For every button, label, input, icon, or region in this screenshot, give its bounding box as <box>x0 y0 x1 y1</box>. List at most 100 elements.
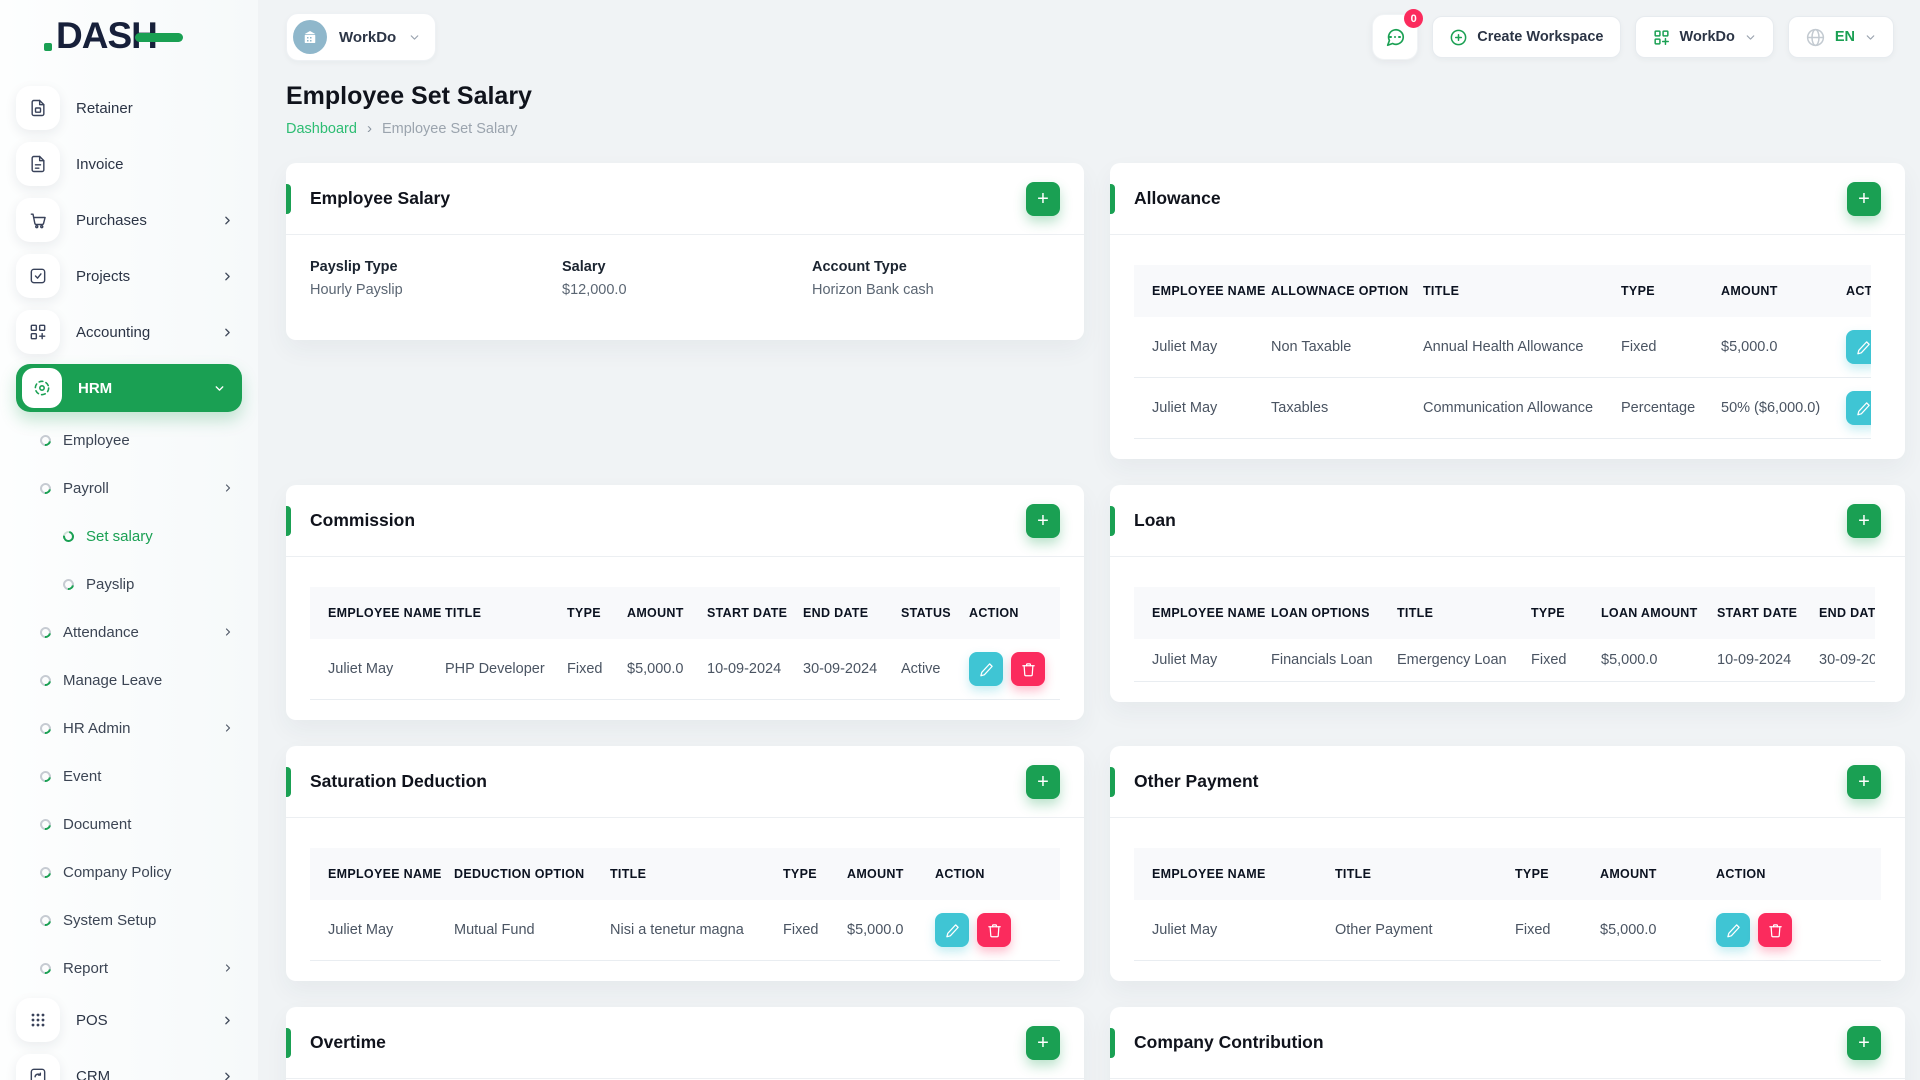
logo-dot-icon <box>44 43 52 51</box>
chevron-down-icon <box>213 382 226 395</box>
sidebar-item-system-setup[interactable]: System Setup <box>0 896 258 944</box>
workspace-menu-button[interactable]: WorkDo <box>1634 16 1774 58</box>
commission-card: Commission + EMPLOYEE NAME TITLE TYPE AM… <box>286 485 1084 720</box>
field-value: $12,000.0 <box>562 282 627 298</box>
topbar-actions: 0 Create Workspace WorkDo EN <box>1372 9 1894 60</box>
sidebar-item-label: System Setup <box>63 911 157 929</box>
sidebar-item-company-policy[interactable]: Company Policy <box>0 848 258 896</box>
sidebar: DASH Retainer Invoice Purchases Projects… <box>0 0 258 1080</box>
edit-button[interactable] <box>1716 913 1750 947</box>
sidebar-item-label: HR Admin <box>63 719 131 737</box>
sidebar-nav: Retainer Invoice Purchases Projects Acco… <box>0 80 258 1080</box>
bullet-icon <box>37 624 54 640</box>
create-workspace-button[interactable]: Create Workspace <box>1432 16 1621 58</box>
invoice-icon <box>16 142 60 186</box>
cell-employee-name: Juliet May <box>310 639 435 700</box>
sidebar-item-document[interactable]: Document <box>0 800 258 848</box>
pos-icon <box>16 998 60 1042</box>
sidebar-item-event[interactable]: Event <box>0 752 258 800</box>
language-selector[interactable]: EN <box>1787 16 1894 58</box>
sidebar-item-accounting[interactable]: Accounting <box>0 304 258 360</box>
edit-button[interactable] <box>1846 330 1871 364</box>
column-header: TYPE <box>783 867 817 881</box>
employee-salary-body: Payslip Type Hourly Payslip Salary $12,0… <box>286 235 1084 340</box>
bullet-icon <box>37 768 54 784</box>
column-header: TYPE <box>1515 867 1549 881</box>
sidebar-item-hrm-active[interactable]: HRM <box>16 364 242 412</box>
edit-button[interactable] <box>935 913 969 947</box>
add-employee-salary-button[interactable]: + <box>1026 181 1060 216</box>
sidebar-item-employee[interactable]: Employee <box>0 416 258 464</box>
column-header: TYPE <box>1621 284 1655 298</box>
sidebar-item-label: Purchases <box>76 211 147 229</box>
column-header: TYPE <box>567 606 601 620</box>
add-company-contribution-button[interactable]: + <box>1847 1025 1881 1060</box>
table-row: Juliet May Non Taxable Annual Health All… <box>1134 317 1871 378</box>
breadcrumb-dashboard-link[interactable]: Dashboard <box>286 121 357 137</box>
sidebar-item-attendance[interactable]: Attendance <box>0 608 258 656</box>
sidebar-item-retainer[interactable]: Retainer <box>0 80 258 136</box>
workspace-switcher[interactable]: WorkDo <box>286 13 437 61</box>
sidebar-item-report[interactable]: Report <box>0 944 258 992</box>
sidebar-item-label: Retainer <box>76 99 133 117</box>
column-header: ACTION <box>1716 867 1766 881</box>
language-label: EN <box>1834 29 1855 45</box>
loan-table: EMPLOYEE NAME LOAN OPTIONS TITLE TYPE LO… <box>1134 587 1875 682</box>
delete-button[interactable] <box>977 913 1011 947</box>
bullet-icon <box>37 960 54 976</box>
delete-button[interactable] <box>1011 652 1045 686</box>
add-allowance-button[interactable]: + <box>1847 181 1881 216</box>
cell-amount: $5,000.0 <box>617 639 697 700</box>
column-header: ALLOWNACE OPTION <box>1271 284 1409 298</box>
add-overtime-button[interactable]: + <box>1026 1025 1060 1060</box>
column-header: EMPLOYEE NAME <box>1152 284 1266 298</box>
chevron-down-icon <box>1864 31 1877 44</box>
cell-amount: $5,000.0 <box>1711 317 1836 378</box>
table-row: Juliet May Mutual Fund Nisi a tenetur ma… <box>310 900 1060 961</box>
sidebar-item-label: Projects <box>76 267 131 285</box>
cell-type: Fixed <box>1611 317 1711 378</box>
allowance-table: EMPLOYEE NAME ALLOWNACE OPTION TITLE TYP… <box>1134 265 1871 439</box>
card-title: Loan <box>1134 510 1176 530</box>
bullet-icon <box>37 480 54 496</box>
add-saturation-deduction-button[interactable]: + <box>1026 764 1060 799</box>
messages-button[interactable]: 0 <box>1372 9 1424 60</box>
column-header: START DATE <box>1717 606 1798 620</box>
sidebar-item-crm[interactable]: CRM <box>0 1048 258 1080</box>
saturation-deduction-table: EMPLOYEE NAME DEDUCTION OPTION TITLE TYP… <box>310 848 1060 961</box>
sidebar-item-projects[interactable]: Projects <box>0 248 258 304</box>
bullet-icon <box>37 720 54 736</box>
column-header: DEDUCTION OPTION <box>454 867 585 881</box>
add-loan-button[interactable]: + <box>1847 503 1881 538</box>
edit-button[interactable] <box>1846 391 1871 425</box>
add-other-payment-button[interactable]: + <box>1847 764 1881 799</box>
sidebar-item-hr-admin[interactable]: HR Admin <box>0 704 258 752</box>
sidebar-item-label: Attendance <box>63 623 139 641</box>
column-header: END DATE <box>1819 606 1875 620</box>
delete-button[interactable] <box>1758 913 1792 947</box>
cell-loan-amount: $5,000.0 <box>1591 639 1707 682</box>
bullet-icon <box>37 816 54 832</box>
bullet-icon <box>60 528 77 544</box>
sidebar-item-manage-leave[interactable]: Manage Leave <box>0 656 258 704</box>
cell-loan-option: Financials Loan <box>1261 639 1387 682</box>
create-workspace-label: Create Workspace <box>1477 29 1604 45</box>
cell-deduction-option: Mutual Fund <box>444 900 600 961</box>
sidebar-item-payroll[interactable]: Payroll <box>0 464 258 512</box>
card-title: Allowance <box>1134 188 1221 208</box>
edit-button[interactable] <box>969 652 1003 686</box>
sidebar-item-pos[interactable]: POS <box>0 992 258 1048</box>
chevron-right-icon <box>221 326 234 339</box>
sidebar-item-set-salary-active[interactable]: Set salary <box>0 512 258 560</box>
sidebar-item-label: Report <box>63 959 109 977</box>
cell-title: Communication Allowance <box>1413 377 1611 439</box>
sidebar-item-invoice[interactable]: Invoice <box>0 136 258 192</box>
card-title: Other Payment <box>1134 771 1259 791</box>
plus-circle-icon <box>1449 28 1468 47</box>
card-accent <box>286 184 291 214</box>
column-header: STATUS <box>901 606 951 620</box>
sidebar-item-purchases[interactable]: Purchases <box>0 192 258 248</box>
column-header: END DATE <box>803 606 869 620</box>
add-commission-button[interactable]: + <box>1026 503 1060 538</box>
sidebar-item-payslip[interactable]: Payslip <box>0 560 258 608</box>
